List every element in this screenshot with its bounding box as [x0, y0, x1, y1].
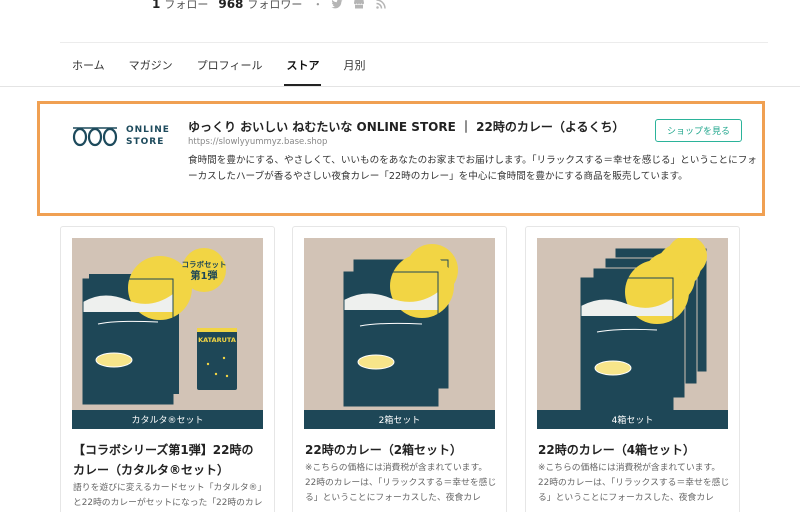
badge-line2: 第1弾 — [191, 269, 218, 282]
product-band-label: カタルタ®セット — [72, 410, 263, 429]
tab-monthly-label: 月別 — [343, 59, 366, 72]
follow-count[interactable]: 1 — [152, 0, 160, 11]
product-band-label: 4箱セット — [537, 410, 728, 429]
product-title[interactable]: 22時のカレー（4箱セット） — [538, 440, 730, 460]
store-logo-text: ONLINE STORE — [126, 124, 170, 148]
product-card-kataruta[interactable]: コラボセット 第1弾 KATARUTA カタルタ®セット 【コラボシリーズ第1弾… — [60, 226, 275, 512]
product-band-label: 2箱セット — [304, 410, 495, 429]
product-image[interactable]: 4箱セット — [537, 238, 728, 429]
separator-dot: ・ — [312, 0, 324, 11]
tab-home-label: ホーム — [72, 59, 105, 72]
tab-home[interactable]: ホーム — [60, 44, 117, 86]
product-title[interactable]: 22時のカレー（2箱セット） — [305, 440, 497, 460]
product-description: 語りを遊びに変えるカードセット「カタルタ®」と22時のカレーがセットになった「2… — [73, 483, 263, 508]
twitter-icon[interactable] — [331, 0, 343, 10]
follower-count[interactable]: 968 — [218, 0, 243, 11]
product-card-4-box[interactable]: 4箱セット 22時のカレー（4箱セット） ※こちらの価格には消費税が含まれていま… — [525, 226, 740, 512]
product-image[interactable]: コラボセット 第1弾 KATARUTA カタルタ®セット — [72, 238, 263, 429]
nav-divider — [0, 86, 800, 87]
divider — [60, 42, 768, 43]
profile-nav: ホーム マガジン プロフィール ストア 月別 — [60, 44, 377, 86]
product-title[interactable]: 【コラボシリーズ第1弾】22時のカレー（カタルタ®セット） — [73, 440, 265, 480]
store-logo-line2: STORE — [126, 137, 165, 147]
curry-package-illustration: コラボセット 第1弾 KATARUTA — [82, 248, 237, 405]
store-logo[interactable]: ONLINE STORE — [72, 123, 172, 149]
tab-magazine-label: マガジン — [128, 59, 173, 72]
profile-stats: 1 フォロー 968 フォロワー ・ — [152, 0, 397, 12]
product-description: ※こちらの価格には消費税が含まれています。 22時のカレーは、「リラックスする＝… — [305, 463, 497, 503]
store-description: 食時間を豊かにする、やさしくて、いいものをあなたのお家までお届けします。「リラッ… — [188, 155, 757, 182]
curry-package-illustration — [343, 244, 458, 407]
store-title[interactable]: ゆっくり おいしい ねむたいな ONLINE STORE ｜ 22時のカレー（よ… — [188, 118, 624, 135]
follower-label[interactable]: フォロワー — [247, 0, 302, 12]
product-image[interactable]: 2箱セット — [304, 238, 495, 429]
rss-icon[interactable] — [375, 0, 387, 10]
follow-label[interactable]: フォロー — [164, 0, 208, 12]
store-logo-icon — [72, 127, 118, 147]
view-shop-button[interactable]: ショップを見る — [655, 119, 742, 142]
product-description: ※こちらの価格には消費税が含まれています。 22時のカレーは、「リラックスする＝… — [538, 463, 730, 503]
curry-package-illustration — [580, 238, 708, 413]
tab-store[interactable]: ストア — [274, 44, 331, 86]
store-url[interactable]: https://slowlyyummyz.base.shop — [188, 137, 327, 147]
tab-profile[interactable]: プロフィール — [185, 44, 275, 86]
shop-icon[interactable] — [353, 0, 365, 10]
kataruta-card-label: KATARUTA — [198, 336, 236, 344]
store-logo-line1: ONLINE — [126, 125, 170, 135]
badge-line1: コラボセット — [182, 259, 227, 269]
store-banner[interactable]: ONLINE STORE ゆっくり おいしい ねむたいな ONLINE STOR… — [37, 101, 765, 216]
tab-monthly[interactable]: 月別 — [331, 44, 377, 86]
tab-store-label: ストア — [286, 59, 320, 72]
tab-magazine[interactable]: マガジン — [117, 44, 185, 86]
product-card-2-box[interactable]: 2箱セット 22時のカレー（2箱セット） ※こちらの価格には消費税が含まれていま… — [292, 226, 507, 512]
tab-profile-label: プロフィール — [196, 59, 263, 72]
